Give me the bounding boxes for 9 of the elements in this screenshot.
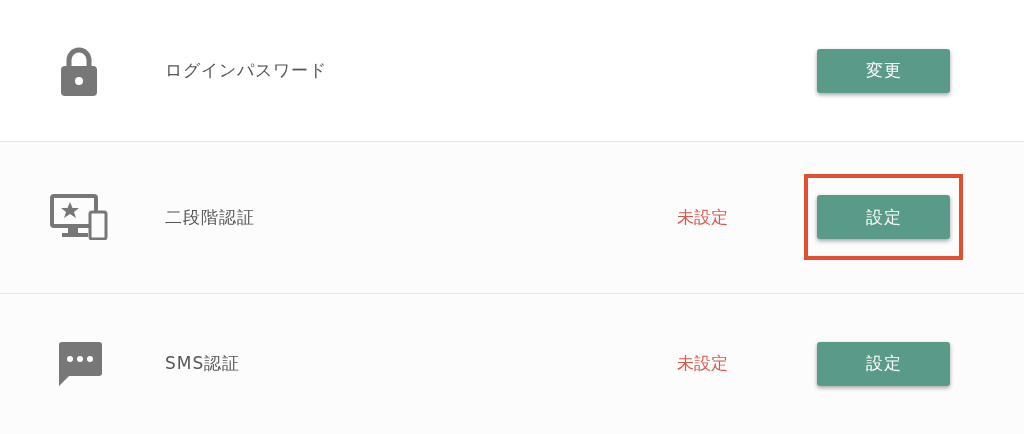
- setting-label: 二段階認証: [165, 206, 256, 229]
- status-text: 未設定: [677, 352, 728, 376]
- set-button[interactable]: 設定: [817, 341, 950, 386]
- set-button[interactable]: 設定: [817, 195, 950, 240]
- set-button[interactable]: 変更: [817, 48, 950, 93]
- setting-label: SMS認証: [165, 352, 242, 376]
- devices-icon: [49, 194, 108, 241]
- status-text: 未設定: [677, 206, 728, 229]
- setting-label: ログインパスワード: [165, 59, 328, 83]
